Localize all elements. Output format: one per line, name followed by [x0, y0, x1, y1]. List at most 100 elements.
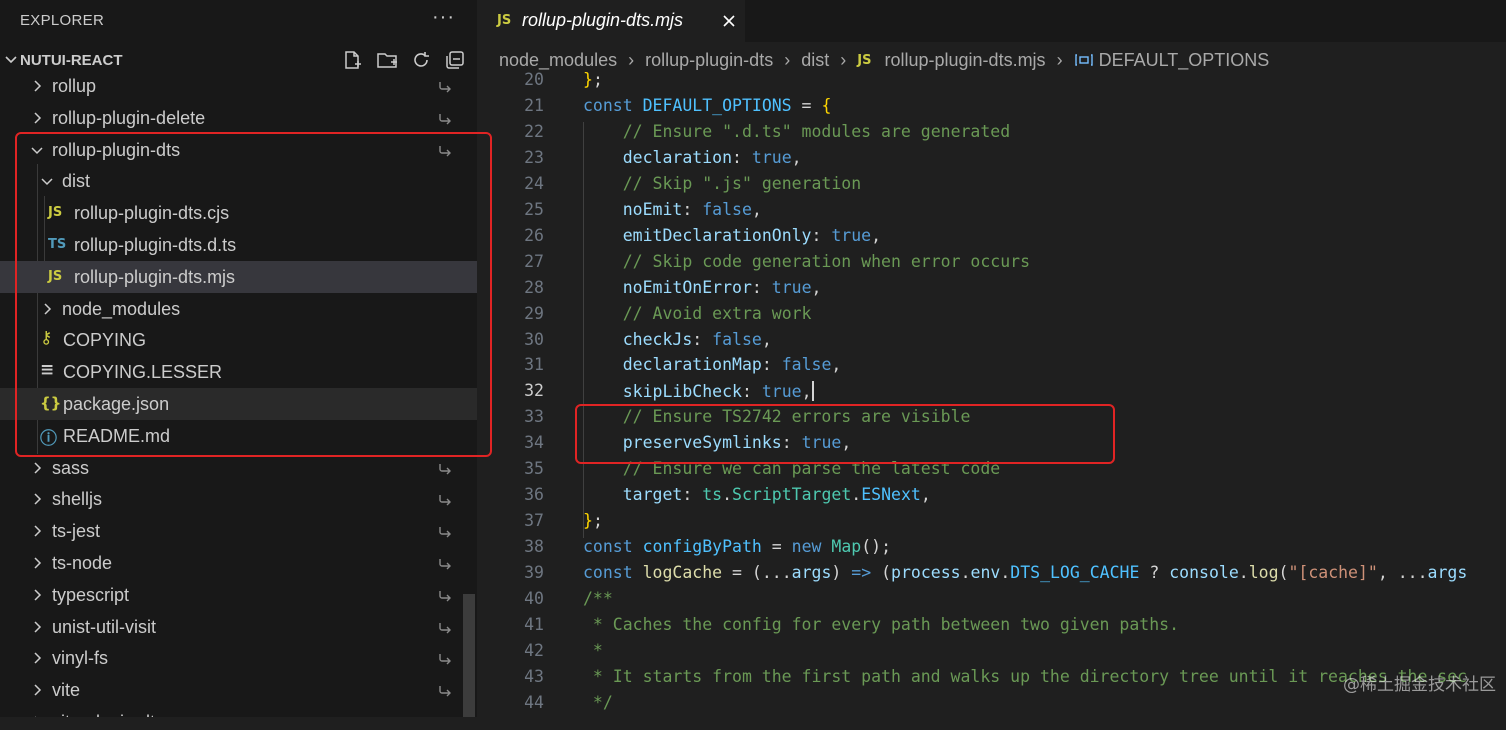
chevron-right-icon — [34, 112, 42, 124]
chevron-right-icon — [34, 621, 42, 633]
symlink-icon — [439, 113, 451, 125]
tree-folder[interactable]: vinyl-fs — [0, 642, 477, 674]
js-file-icon: JS — [497, 13, 512, 28]
chevron-right-icon — [34, 80, 42, 92]
code-line: 37}; — [477, 507, 1506, 533]
tree-folder[interactable]: vite — [0, 674, 477, 706]
tree-folder[interactable]: ts-jest — [0, 515, 477, 547]
new-file-icon[interactable] — [341, 49, 363, 71]
chevron-right-icon — [34, 652, 42, 664]
explorer-header: EXPLORER ··· — [0, 0, 477, 42]
text-cursor — [811, 381, 814, 402]
sidebar-scrollbar[interactable] — [463, 594, 475, 717]
code-line: 22 // Ensure ".d.ts" modules are generat… — [477, 118, 1506, 144]
line-number: 35 — [524, 459, 544, 479]
watermark: @稀土掘金技术社区 — [1343, 675, 1496, 695]
line-number: 20 — [524, 70, 544, 89]
editor: JS rollup-plugin-dts.mjs node_modules › … — [477, 0, 1506, 717]
tree-folder[interactable]: rollup — [0, 70, 477, 102]
code-text: target: ts.ScriptTarget.ESNext, — [622, 485, 931, 505]
highlight-box-tree — [15, 132, 492, 457]
code-line: 39 const logCache = (...args) => (process… — [477, 559, 1506, 585]
line-number: 43 — [524, 666, 544, 686]
chevron-down-icon — [5, 56, 17, 64]
chevron-right-icon — [34, 684, 42, 696]
line-number: 36 — [524, 485, 544, 505]
tree-folder[interactable]: typescript — [0, 579, 477, 611]
code-line: 40 /** — [477, 585, 1506, 611]
line-number: 44 — [524, 692, 544, 712]
tree-item-label: vinyl-fs — [52, 648, 109, 669]
line-number: 39 — [524, 563, 544, 583]
tree-item-label: rollup — [52, 76, 97, 96]
symlink-icon — [439, 527, 451, 538]
code-text: const configByPath = new Map(); — [583, 537, 892, 557]
code-line: 38 const configByPath = new Map(); — [477, 533, 1506, 559]
tree-folder[interactable]: rollup-plugin-delete — [0, 102, 477, 134]
tab-rollup-plugin-dts-mjs[interactable]: JS rollup-plugin-dts.mjs — [477, 0, 745, 42]
symlink-icon — [439, 82, 451, 93]
code-text: // Ensure ".d.ts" modules are generated — [622, 121, 1011, 141]
tree-item-label: typescript — [52, 584, 130, 605]
code-text: }; — [583, 70, 603, 89]
chevron-right-icon — [34, 462, 42, 474]
collapse-all-icon[interactable] — [444, 49, 466, 71]
line-number: 37 — [524, 511, 544, 531]
code-text: // Avoid extra work — [622, 303, 812, 323]
refresh-icon[interactable] — [410, 49, 432, 71]
symlink-icon — [439, 495, 451, 506]
symlink-icon — [439, 686, 451, 697]
code-line: 41 * Caches the config for every path be… — [477, 611, 1506, 637]
symlink-icon — [439, 622, 451, 634]
code-line: 31 declarationMap: false, — [477, 351, 1506, 377]
tree-folder[interactable]: unist-util-visit — [0, 611, 477, 643]
code-line: 24 // Skip ".js" generation — [477, 170, 1506, 196]
code-text: // Skip code generation when error occur… — [622, 251, 1031, 271]
chevron-right-icon — [34, 493, 42, 505]
code-text: // Skip ".js" generation — [622, 173, 862, 193]
line-number: 41 — [524, 614, 544, 634]
line-number: 38 — [524, 537, 544, 557]
code-line: 25 noEmit: false, — [477, 196, 1506, 222]
tree-item-label: ts-jest — [52, 521, 101, 542]
line-number: 42 — [524, 640, 544, 660]
close-icon[interactable] — [721, 13, 737, 29]
code-text: * It starts from the first path and walk… — [583, 666, 1468, 686]
tree-item-label: rollup-plugin-delete — [52, 107, 206, 128]
tree-folder[interactable]: shelljs — [0, 483, 477, 515]
explorer-title: EXPLORER — [20, 12, 105, 29]
code-text: * Caches the config for every path betwe… — [583, 614, 1180, 634]
code-text: skipLibCheck: true, — [622, 381, 814, 402]
more-actions-icon[interactable]: ··· — [432, 6, 455, 29]
new-folder-icon[interactable] — [376, 49, 398, 71]
code-line: 42 * — [477, 637, 1506, 663]
code-line: 26 emitDeclarationOnly: true, — [477, 222, 1506, 248]
code-text: const DEFAULT_OPTIONS = { — [583, 95, 832, 115]
tree-item-label: ts-node — [52, 553, 113, 573]
tab-bar: JS rollup-plugin-dts.mjs — [477, 0, 1506, 42]
code-line: 27 // Skip code generation when error oc… — [477, 248, 1506, 274]
tree-folder[interactable]: ts-node — [0, 547, 477, 579]
code-text: noEmit: false, — [622, 199, 762, 219]
code-text: declarationMap: false, — [622, 355, 842, 375]
code-text: emitDeclarationOnly: true, — [622, 225, 882, 245]
tree-item-label: vite — [52, 680, 81, 701]
symlink-icon — [439, 463, 451, 475]
tab-label: rollup-plugin-dts.mjs — [522, 10, 684, 30]
code-text: declaration: true, — [622, 147, 802, 167]
tree-item-label: unist-util-visit — [52, 616, 157, 637]
highlight-box-code — [575, 404, 1115, 464]
chevron-right-icon — [34, 525, 42, 537]
line-number: 40 — [524, 589, 544, 608]
code-text: */ — [583, 692, 613, 712]
tree-folder[interactable]: vite-plugin-dts — [0, 706, 477, 717]
chevron-right-icon — [34, 557, 42, 569]
code-line: 36 target: ts.ScriptTarget.ESNext, — [477, 481, 1506, 507]
tree-item-label: sass — [52, 457, 90, 478]
code-text: /** — [583, 589, 613, 608]
code-area[interactable]: 20}; 21 const DEFAULT_OPTIONS = { 22 // Ens… — [477, 70, 1506, 730]
code-line: 28 noEmitOnError: true, — [477, 274, 1506, 300]
code-text: const logCache = (...args) => (process.e… — [583, 563, 1468, 583]
symlink-icon — [439, 590, 451, 602]
line-number: 21 — [524, 95, 544, 115]
